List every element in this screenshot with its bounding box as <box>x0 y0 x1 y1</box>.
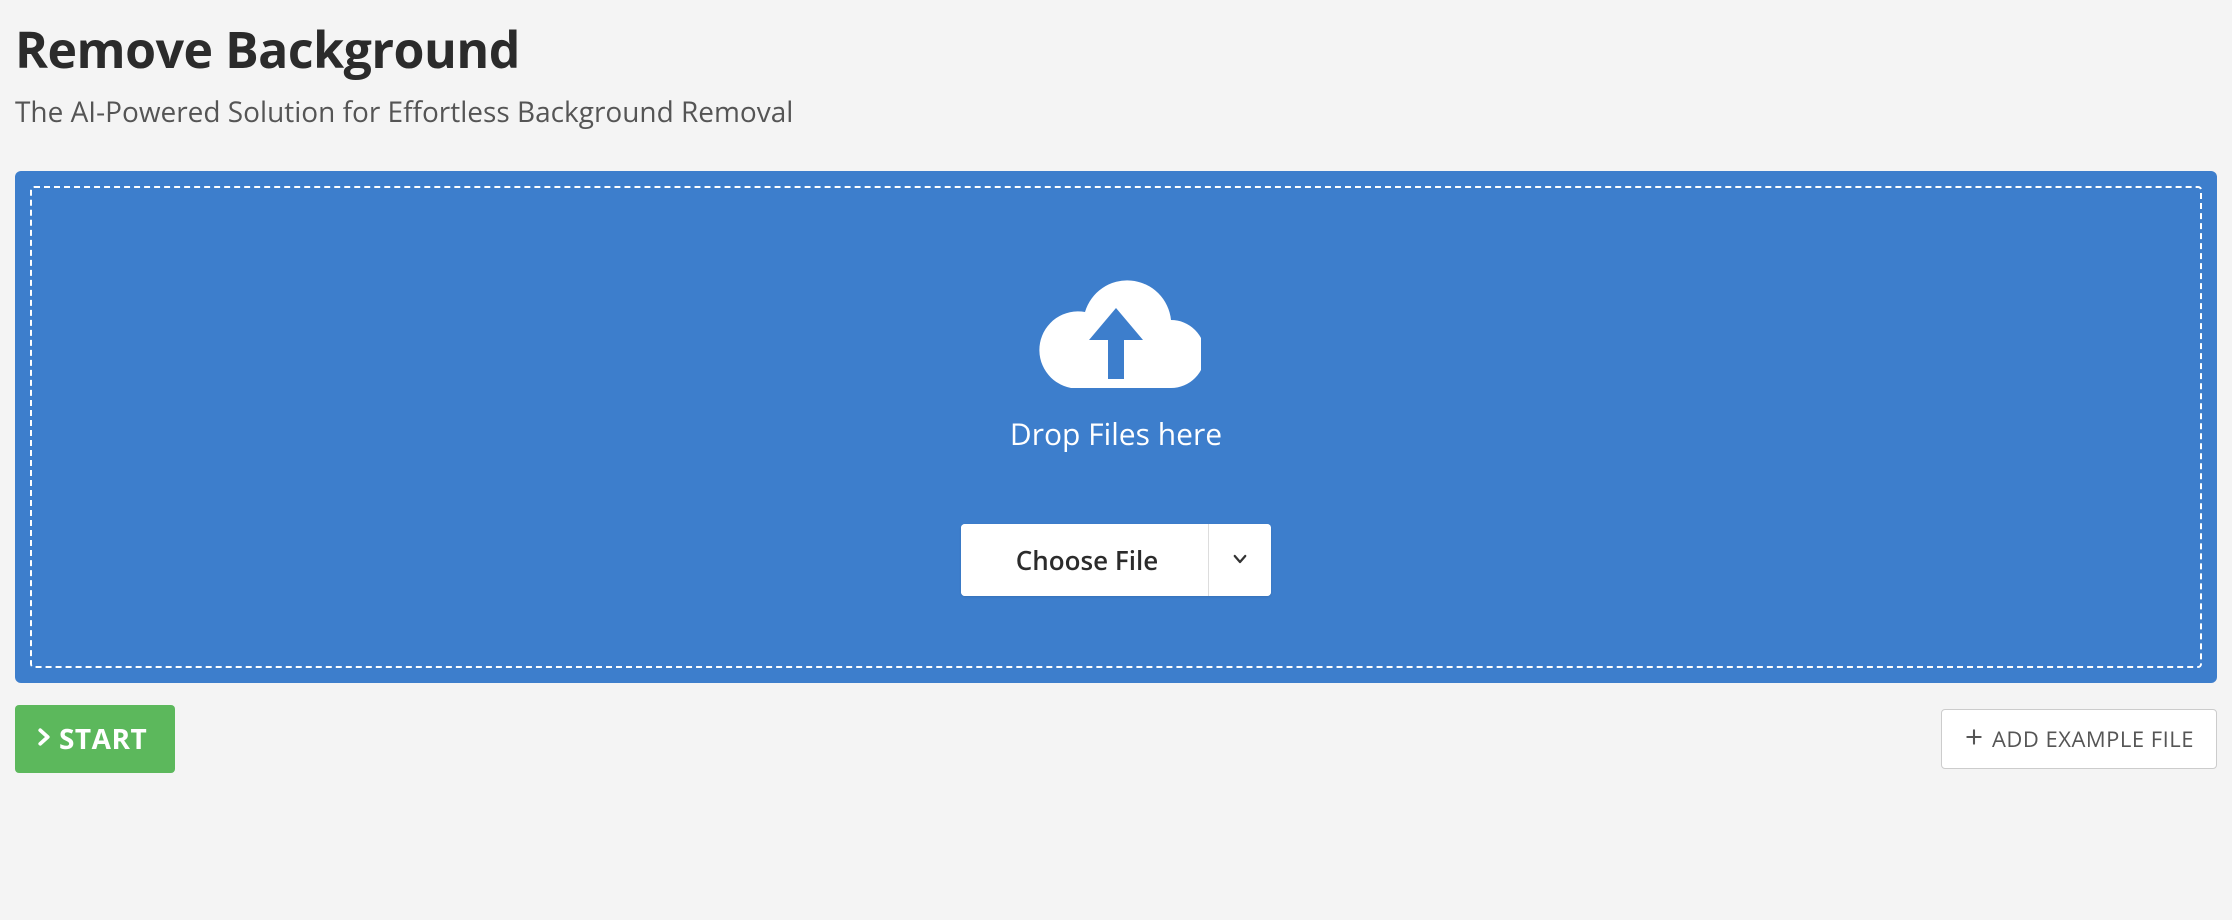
page-title: Remove Background <box>15 15 2217 83</box>
add-example-file-button[interactable]: ADD EXAMPLE FILE <box>1941 709 2217 769</box>
choose-file-button[interactable]: Choose File <box>961 524 1208 596</box>
dropzone[interactable]: Drop Files here Choose File <box>15 171 2217 683</box>
chevron-right-icon <box>35 720 53 758</box>
choose-file-group: Choose File <box>961 524 1271 596</box>
cloud-upload-icon <box>1031 278 1201 413</box>
drop-files-label: Drop Files here <box>1010 413 1222 454</box>
plus-icon <box>1964 724 1984 754</box>
action-row: START ADD EXAMPLE FILE <box>15 705 2217 773</box>
dropzone-inner[interactable]: Drop Files here Choose File <box>30 186 2202 668</box>
page-subtitle: The AI-Powered Solution for Effortless B… <box>15 93 2217 131</box>
choose-file-dropdown-button[interactable] <box>1208 524 1271 596</box>
add-example-file-label: ADD EXAMPLE FILE <box>1992 724 2194 754</box>
start-button[interactable]: START <box>15 705 175 773</box>
chevron-down-icon <box>1231 550 1249 571</box>
start-button-label: START <box>59 720 147 758</box>
